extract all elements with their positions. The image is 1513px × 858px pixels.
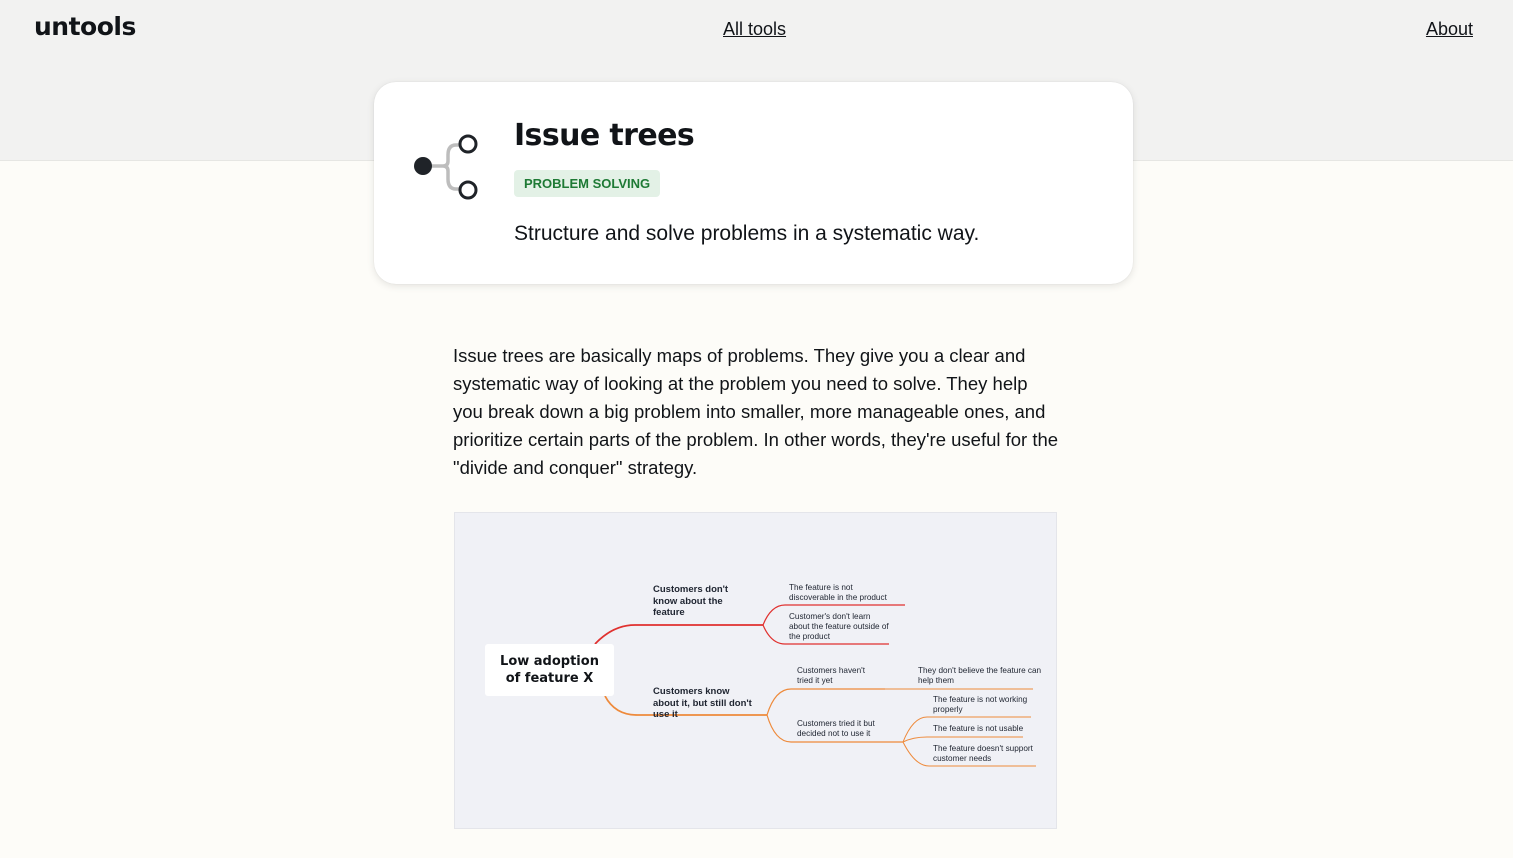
branch-b-child-2: Customers tried it but decided not to us… xyxy=(797,719,875,738)
branch-a-child-2: Customer's don't learn about the feature… xyxy=(789,612,889,641)
branch-b2-leaf-2: The feature is not usable xyxy=(933,724,1024,733)
connector-b2-leaf-2 xyxy=(902,736,1023,743)
site-logo[interactable]: untools xyxy=(34,12,136,41)
nav-all-tools-link[interactable]: All tools xyxy=(723,19,786,40)
connector-root-branch-a xyxy=(594,624,763,645)
branch-b1-leaf-1: They don't believe the feature can help … xyxy=(918,666,1042,685)
connector-branch-b-child-1 xyxy=(766,688,885,716)
diagram-root-node: Low adoption of feature X xyxy=(485,644,614,696)
branch-b-node: Customers know about it, but still don't… xyxy=(653,686,752,720)
branch-b2-leaf-1: The feature is not working properly xyxy=(933,695,1028,714)
tool-hero-card: Issue trees PROBLEM SOLVING Structure an… xyxy=(374,82,1133,284)
nav-about-link[interactable]: About xyxy=(1426,19,1473,40)
branch-b-child-1: Customers haven't tried it yet xyxy=(797,666,866,685)
intro-paragraph: Issue trees are basically maps of proble… xyxy=(453,345,1059,478)
issue-tree-diagram: Low adoption of feature X Customers don'… xyxy=(454,512,1057,829)
page-subtitle: Structure and solve problems in a system… xyxy=(514,222,980,245)
branch-a-node: Customers don't know about the feature xyxy=(653,584,729,618)
branch-b2-leaf-3: The feature doesn't support customer nee… xyxy=(933,744,1033,763)
branch-a-child-1: The feature is not discoverable in the p… xyxy=(789,583,887,602)
page-title: Issue trees xyxy=(514,118,695,153)
issue-tree-icon xyxy=(412,130,484,202)
site-header: untools All tools About xyxy=(0,0,1513,60)
category-badge[interactable]: PROBLEM SOLVING xyxy=(514,170,661,197)
